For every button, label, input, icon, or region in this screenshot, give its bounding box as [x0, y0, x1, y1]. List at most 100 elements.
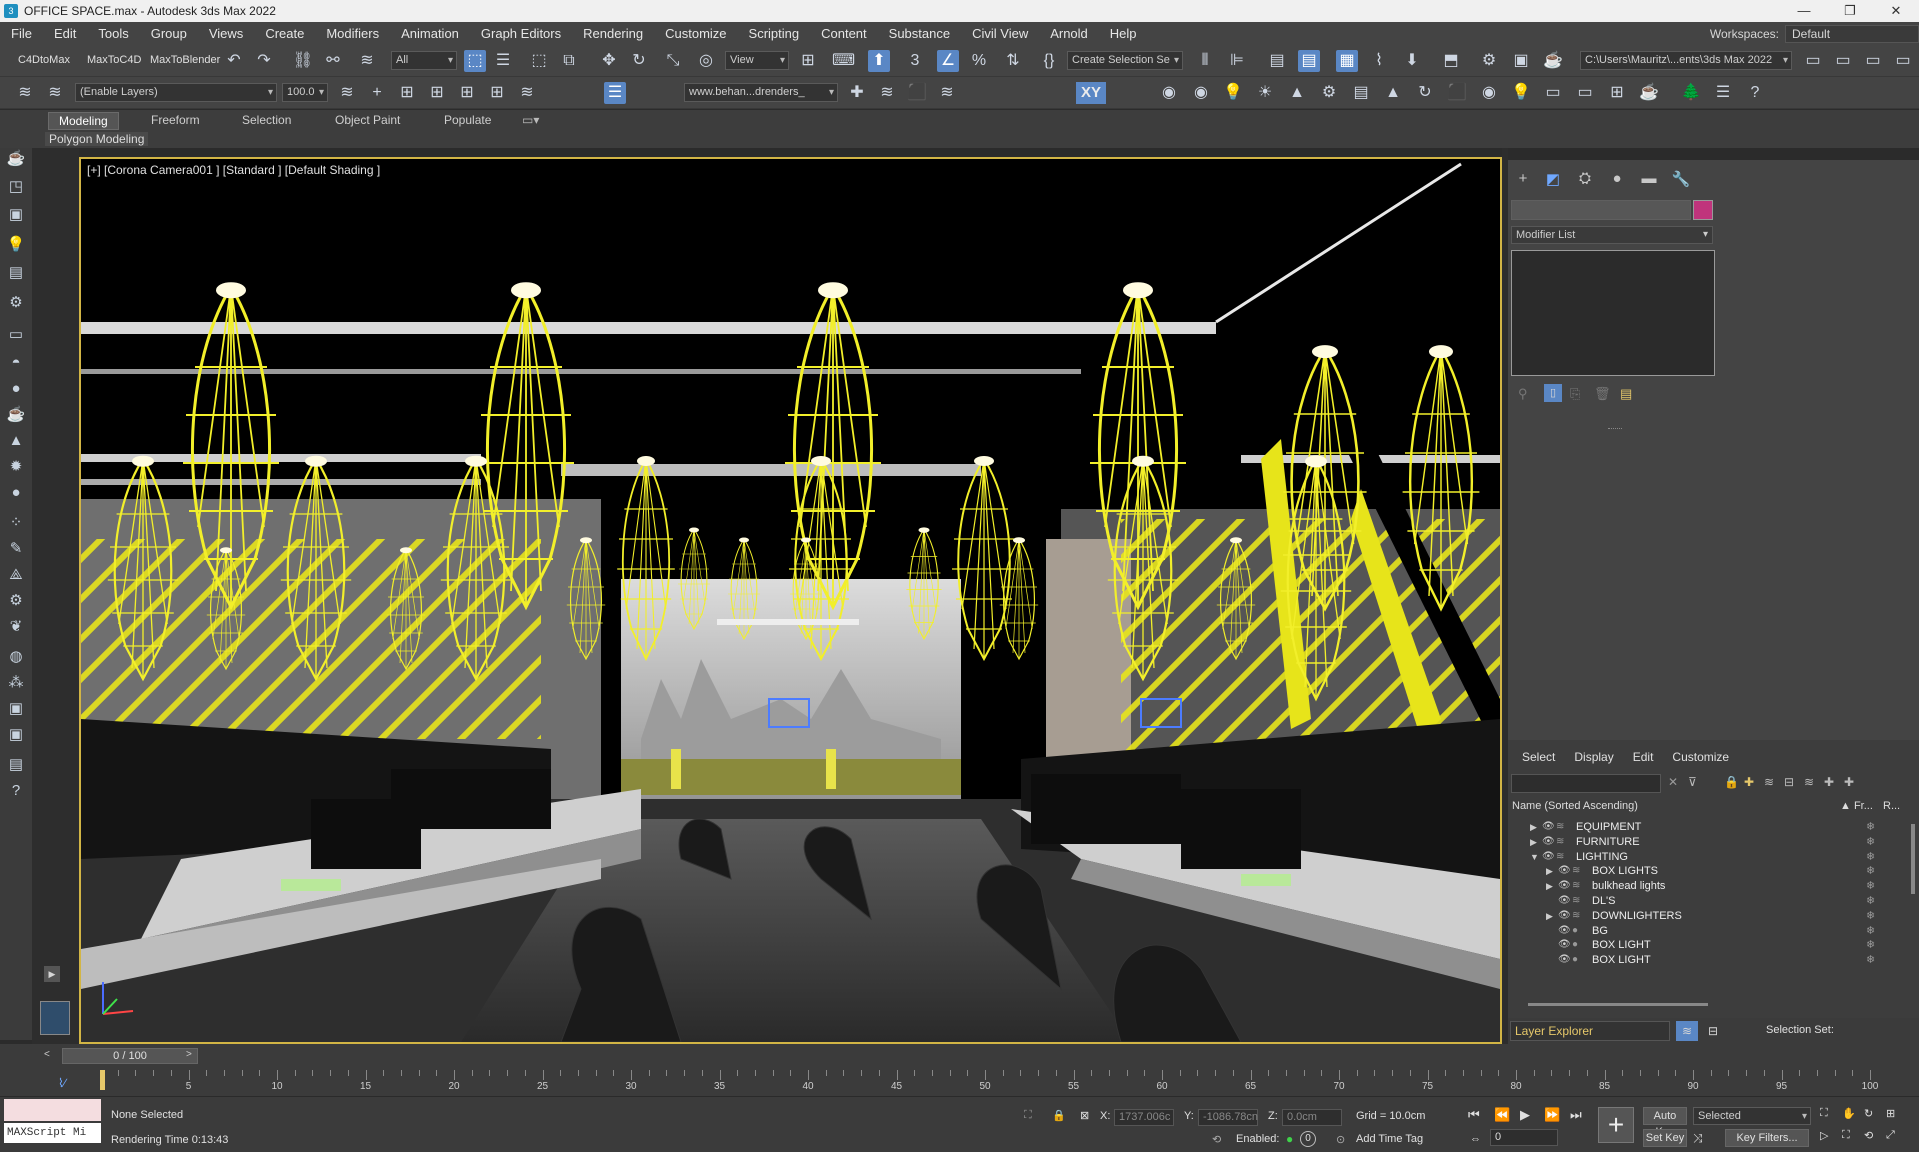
- redo-icon[interactable]: ↷: [253, 50, 275, 72]
- dolly-icon[interactable]: ⟲: [1864, 1129, 1873, 1142]
- globe-icon[interactable]: ◍: [5, 646, 27, 668]
- image-icon[interactable]: ▣: [5, 204, 27, 226]
- corona-interactive-icon[interactable]: ☕: [1638, 82, 1660, 104]
- panel-splitter[interactable]: [1608, 428, 1622, 430]
- pivot-center-icon[interactable]: ⊞: [797, 50, 819, 72]
- create-tab-icon[interactable]: +: [1512, 170, 1534, 190]
- set-key-big-icon[interactable]: +: [1598, 1107, 1634, 1143]
- prev-frame-icon[interactable]: <: [44, 1049, 50, 1060]
- object-name-field[interactable]: [1511, 200, 1691, 220]
- scatter-icon[interactable]: ⁘: [5, 512, 27, 534]
- maxscript-mini-listener[interactable]: MAXScript Mi: [4, 1123, 101, 1143]
- scene-row[interactable]: 👁 ● BOX LIGHT ❄: [1508, 951, 1908, 969]
- mirror-icon[interactable]: ⫴: [1194, 50, 1216, 72]
- list-view-icon[interactable]: ☰: [1712, 82, 1734, 104]
- unlink-icon[interactable]: ⚯: [322, 50, 344, 72]
- se-menu-customize[interactable]: Customize: [1672, 750, 1729, 764]
- curve-editor-mini-icon[interactable]: ⌇∕: [58, 1076, 66, 1090]
- select-by-name-icon[interactable]: ☰: [492, 50, 514, 72]
- angle-snap-icon[interactable]: ∠: [937, 50, 959, 72]
- pan-icon[interactable]: ✋: [1842, 1107, 1856, 1120]
- corona-box-icon[interactable]: ▭: [1542, 82, 1564, 104]
- menu-graph-editors[interactable]: Graph Editors: [470, 26, 572, 41]
- hierarchy-icon[interactable]: ⊟: [1784, 775, 1794, 789]
- corona-light-icon[interactable]: 💡: [1222, 82, 1244, 104]
- key-selection-dropdown[interactable]: Selected: [1693, 1107, 1811, 1125]
- current-layer-dropdown[interactable]: www.behan...drenders_: [684, 83, 838, 102]
- menu-animation[interactable]: Animation: [390, 26, 470, 41]
- scene-explorer-toggle-icon[interactable]: ▤: [1266, 50, 1288, 72]
- polygon-modeling-panel[interactable]: Polygon Modeling: [45, 132, 149, 146]
- named-selection-icon[interactable]: {}: [1038, 50, 1060, 72]
- plant-icon[interactable]: ❦: [5, 616, 27, 638]
- curve-editor-icon[interactable]: ⌇: [1368, 50, 1390, 72]
- key-filters-button[interactable]: Key Filters...: [1725, 1129, 1809, 1147]
- set-key-button[interactable]: Set Key: [1643, 1129, 1687, 1147]
- ribbon-tab-selection[interactable]: Selection: [242, 113, 291, 127]
- layer-dropdown[interactable]: (Enable Layers): [75, 83, 277, 102]
- layer-merge-icon[interactable]: ≋: [516, 82, 538, 104]
- utilities-tab-icon[interactable]: 🔧: [1670, 170, 1692, 190]
- time-cursor[interactable]: [100, 1070, 105, 1090]
- go-to-end-icon[interactable]: ⏭: [1570, 1107, 1582, 1123]
- current-frame-field[interactable]: 0: [1490, 1129, 1558, 1146]
- maxscript-listener[interactable]: [4, 1099, 101, 1121]
- add-time-tag[interactable]: Add Time Tag: [1356, 1133, 1423, 1145]
- object-color-swatch[interactable]: [1693, 200, 1713, 220]
- corona-proxy-icon[interactable]: ▲: [1286, 82, 1308, 104]
- make-unique-icon[interactable]: ⎘: [1570, 386, 1580, 402]
- select-object-icon[interactable]: ⬚: [464, 50, 486, 72]
- layer-select-objects-icon[interactable]: ⬛: [906, 82, 928, 104]
- close-icon[interactable]: ✕: [1873, 0, 1919, 22]
- project-settings-icon[interactable]: ▭: [1892, 50, 1914, 72]
- corona-sun-icon[interactable]: ☀: [1254, 82, 1276, 104]
- default-in-out-icon[interactable]: ⤨: [1693, 1131, 1703, 1146]
- remove-modifier-icon[interactable]: 🗑: [1594, 386, 1611, 402]
- menu-modifiers[interactable]: Modifiers: [315, 26, 390, 41]
- scale-icon[interactable]: ⤡: [662, 50, 684, 72]
- teapot2-icon[interactable]: ☕: [5, 404, 27, 426]
- render-icon[interactable]: ▣: [5, 724, 27, 746]
- maximize-icon[interactable]: ❐: [1827, 0, 1873, 22]
- viewport-label[interactable]: [+] [Corona Camera001 ] [Standard ] [Def…: [87, 163, 380, 177]
- axis-xy-button[interactable]: XY: [1076, 82, 1106, 104]
- project-save-icon[interactable]: ▭: [1862, 50, 1884, 72]
- layer-hide-all-icon[interactable]: ≋: [936, 82, 958, 104]
- expand-arrow-icon[interactable]: ▶: [44, 966, 60, 982]
- material-editor-icon[interactable]: ⬒: [1440, 50, 1462, 72]
- reference-coordinate-dropdown[interactable]: View: [725, 51, 789, 70]
- layer-sort-icon[interactable]: ≋: [1676, 1021, 1698, 1041]
- menu-help[interactable]: Help: [1099, 26, 1148, 41]
- teapot-icon[interactable]: ☕: [5, 148, 27, 170]
- move-icon[interactable]: ✥: [598, 50, 620, 72]
- z-coordinate-field[interactable]: 0.0cm: [1282, 1109, 1342, 1126]
- timeline-ruler[interactable]: 5 10 15 20 25 30 35 40 45 50 55 60 65 70 75 80 85 90 95 100: [100, 1070, 1878, 1094]
- rotate-icon[interactable]: ↻: [628, 50, 650, 72]
- selection-lock-icon[interactable]: 🔒: [1052, 1109, 1066, 1122]
- modify-tab-icon[interactable]: ◩: [1542, 170, 1564, 190]
- auto-key-button[interactable]: Auto Key: [1643, 1107, 1687, 1138]
- corona-decal-icon[interactable]: ▲: [1382, 82, 1404, 104]
- new-layer-icon[interactable]: ✚: [1744, 775, 1754, 789]
- corona-region-icon[interactable]: ⊞: [1606, 82, 1628, 104]
- box-icon[interactable]: ▭: [5, 324, 27, 346]
- scene-explorer-search[interactable]: [1511, 774, 1661, 793]
- time-slider[interactable]: 0 / 100: [62, 1048, 198, 1064]
- camera2-icon[interactable]: ▣: [5, 698, 27, 720]
- menu-rendering[interactable]: Rendering: [572, 26, 654, 41]
- create-layer-icon[interactable]: ✚: [846, 82, 868, 104]
- layer-hierarchy-icon[interactable]: ⊟: [1702, 1021, 1724, 1041]
- se-menu-edit[interactable]: Edit: [1633, 750, 1654, 764]
- adaptive-degradation-icon[interactable]: ⟲: [1212, 1133, 1221, 1146]
- se-hscrollbar[interactable]: [1528, 1003, 1708, 1006]
- corona-vfb-icon[interactable]: ⬛: [1446, 82, 1468, 104]
- zoom-region-icon[interactable]: ⤢: [1886, 1129, 1895, 1142]
- help-icon[interactable]: ?: [1744, 82, 1766, 104]
- rig-icon[interactable]: ✎: [5, 538, 27, 560]
- y-coordinate-field[interactable]: -1086.78cn: [1198, 1109, 1258, 1126]
- ribbon-tab-freeform[interactable]: Freeform: [151, 113, 200, 127]
- ribbon-toggle-icon[interactable]: ▦: [1336, 50, 1358, 72]
- corona-ies-icon[interactable]: ◉: [1478, 82, 1500, 104]
- layer-value-field[interactable]: 100.0: [282, 83, 328, 102]
- ribbon-tab-modeling[interactable]: Modeling: [48, 112, 119, 130]
